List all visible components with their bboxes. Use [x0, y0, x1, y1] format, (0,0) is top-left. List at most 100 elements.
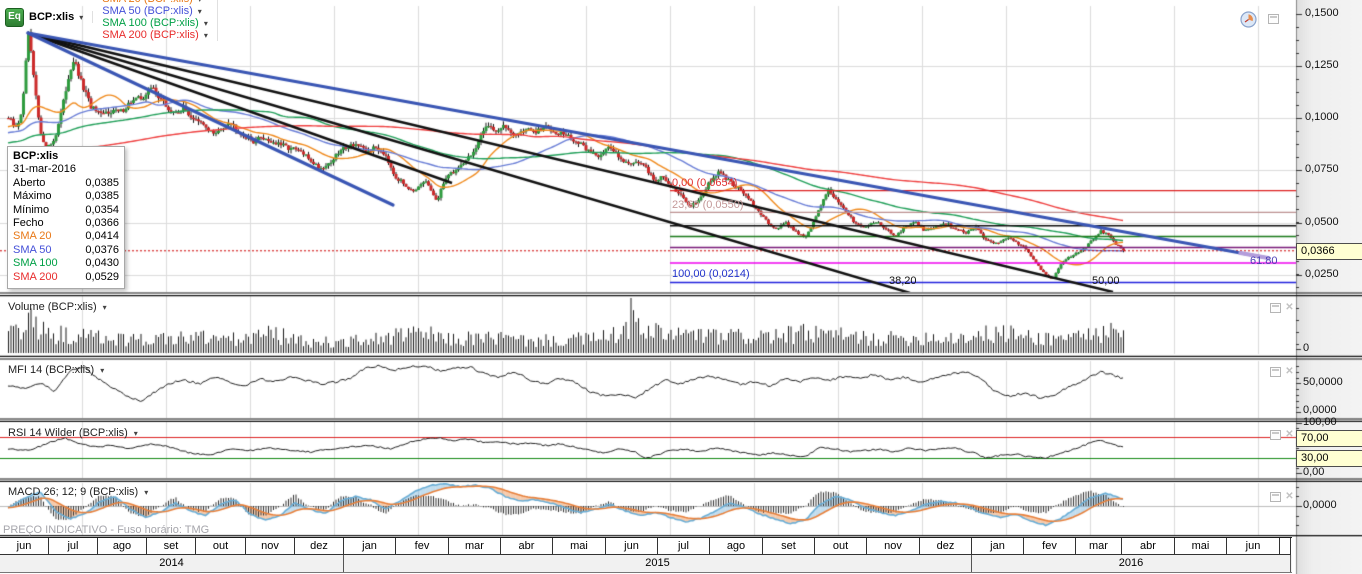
time-axis-months: jun jul ago set out nov dez jan fev mar abr mai jun j… — [0, 537, 1292, 555]
year-cell: 2015 — [344, 555, 972, 572]
legend-item-label: SMA 50 (BCP:xlis) — [102, 5, 193, 17]
tooltip-row-label: SMA 100 — [13, 257, 58, 270]
month-cell: ago — [98, 538, 147, 555]
tooltip-row-label: SMA 50 — [13, 243, 52, 256]
volume-panel-label: Volume (BCP:xlis) — [8, 301, 97, 313]
month-cell-empty — [1280, 538, 1291, 555]
chevron-down-icon[interactable]: ▾ — [198, 7, 202, 16]
month-cell: ago — [710, 538, 763, 555]
month-cell: jul — [658, 538, 710, 555]
tooltip-row-value: 0,0385 — [85, 190, 119, 203]
tooltip-row: SMA 200 0,0529 — [13, 271, 119, 284]
chevron-down-icon[interactable]: ▾ — [204, 19, 208, 28]
price-tooltip: BCP:xlis 31-mar-2016 Aberto 0,0385 Máximo 0… — [7, 146, 125, 290]
fan-618-label[interactable]: 61.80 — [1250, 255, 1278, 267]
tooltip-row-value: 0,0385 — [85, 176, 119, 189]
restore-icon[interactable] — [1270, 430, 1281, 440]
chevron-down-icon[interactable]: ▾ — [144, 488, 148, 497]
month-cell: mai — [553, 538, 606, 555]
close-icon[interactable]: ✕ — [1284, 302, 1295, 313]
month-cell: jan — [344, 538, 396, 555]
rsi-panel-header[interactable]: RSI 14 Wilder (BCP:xlis) ▾ — [8, 427, 138, 439]
month-cell: set — [147, 538, 196, 555]
tooltip-row-label: Fecho — [13, 217, 44, 230]
month-cell: jun — [606, 538, 658, 555]
chevron-down-icon[interactable]: ▾ — [103, 303, 107, 312]
volume-panel-header[interactable]: Volume (BCP:xlis) ▾ — [8, 301, 107, 313]
y-axis-tick-label: 0,0500 — [1305, 216, 1339, 228]
tooltip-row-label: SMA 200 — [13, 270, 58, 283]
chevron-down-icon[interactable]: ▾ — [204, 31, 208, 40]
close-icon[interactable]: ✕ — [1284, 429, 1295, 440]
month-cell: set — [763, 538, 815, 555]
month-cell: abr — [501, 538, 553, 555]
month-cell: jan — [972, 538, 1024, 555]
month-cell: fev — [396, 538, 449, 555]
month-cell: mai — [1175, 538, 1227, 555]
tooltip-row: Máximo 0,0385 — [13, 190, 119, 203]
clock-icon[interactable] — [1240, 11, 1257, 28]
chevron-down-icon[interactable]: ▾ — [100, 366, 104, 375]
restore-icon[interactable] — [1270, 367, 1281, 377]
symbol-selector[interactable]: BCP:xlis ▾ — [29, 11, 94, 23]
mfi-panel-label: MFI 14 (BCP:xlis) — [8, 364, 95, 376]
tooltip-row: SMA 100 0,0430 — [13, 257, 119, 270]
tooltip-row-value: 0,0529 — [85, 270, 119, 283]
legend-item-label: SMA 100 (BCP:xlis) — [102, 17, 199, 29]
month-cell: nov — [246, 538, 295, 555]
restore-icon[interactable] — [1270, 303, 1281, 313]
tooltip-row-value: 0,0366 — [85, 217, 119, 230]
macd-panel-header[interactable]: MACD 26; 12; 9 (BCP:xlis) ▾ — [8, 486, 148, 498]
fan-50-label[interactable]: 50,00 — [1092, 275, 1120, 287]
chevron-down-icon[interactable]: ▾ — [134, 429, 138, 438]
month-cell: dez — [920, 538, 972, 555]
tooltip-row-label: Mínimo — [13, 203, 50, 216]
y-axis-tick-label: 0,1250 — [1305, 59, 1339, 71]
mfi-0-label: 0,0000 — [1303, 404, 1337, 416]
tooltip-row-label: SMA 20 — [13, 230, 52, 243]
close-icon[interactable]: ✕ — [1284, 491, 1295, 502]
rsi-oversold-box: 30,00 — [1296, 450, 1362, 467]
macd-zero-label: 0,0000 — [1303, 499, 1337, 511]
month-cell: fev — [1024, 538, 1076, 555]
tooltip-date: 31-mar-2016 — [13, 163, 76, 176]
month-cell: mar — [449, 538, 501, 555]
last-price-box: 0,0366 — [1296, 243, 1362, 260]
year-cell: 2014 — [0, 555, 344, 572]
fib-level-236-label[interactable]: 23,60 (0,0550) — [672, 199, 744, 211]
macd-panel-label: MACD 26; 12; 9 (BCP:xlis) — [8, 486, 139, 498]
chart-canvas[interactable] — [0, 0, 1362, 574]
tooltip-row-value: 0,0430 — [85, 257, 119, 270]
month-cell: nov — [867, 538, 920, 555]
tooltip-row-value: 0,0414 — [85, 230, 119, 243]
fib-level-100-label[interactable]: 100,00 (0,0214) — [672, 268, 750, 280]
rsi-0-label: 0,00 — [1303, 466, 1325, 478]
mfi-panel-header[interactable]: MFI 14 (BCP:xlis) ▾ — [8, 364, 104, 376]
close-icon[interactable]: ✕ — [1284, 366, 1295, 377]
chevron-down-icon[interactable]: ▾ — [79, 13, 83, 22]
month-cell: jun — [1227, 538, 1280, 555]
legend-item-sma-200[interactable]: SMA 200 (BCP:xlis) ▾ — [102, 29, 218, 41]
fib-level-0-label[interactable]: 0,00 (0,0654) — [672, 177, 737, 189]
mfi-50-label: 50,0000 — [1303, 376, 1343, 388]
legend-item-sma-100[interactable]: SMA 100 (BCP:xlis) ▾ — [102, 17, 218, 29]
tooltip-row: SMA 50 0,0376 — [13, 244, 119, 257]
y-axis-tick-label: 0,0750 — [1305, 163, 1339, 175]
restore-icon[interactable] — [1270, 492, 1281, 502]
legend-item-label: SMA 200 (BCP:xlis) — [102, 29, 199, 41]
indicative-price-note: PREÇO INDICATIVO - Fuso horário: TMG — [3, 524, 210, 536]
legend-item-sma-50[interactable]: SMA 50 (BCP:xlis) ▾ — [102, 5, 218, 17]
chevron-down-icon[interactable]: ▾ — [198, 0, 202, 4]
month-cell: mar — [1076, 538, 1122, 555]
y-axis-tick-label: 0,1500 — [1305, 7, 1339, 19]
volume-zero-label: 0 — [1303, 342, 1310, 354]
y-axis-tick-label: 0,1000 — [1305, 111, 1339, 123]
month-cell: jul — [49, 538, 98, 555]
month-cell: out — [815, 538, 867, 555]
month-cell: jun — [0, 538, 49, 555]
tooltip-row-value: 0,0376 — [85, 243, 119, 256]
rsi-100-label: 100,00 — [1303, 416, 1337, 428]
fan-382-label[interactable]: 38,20 — [889, 275, 917, 287]
tooltip-row: Fecho 0,0366 — [13, 217, 119, 230]
restore-icon[interactable] — [1268, 14, 1279, 24]
